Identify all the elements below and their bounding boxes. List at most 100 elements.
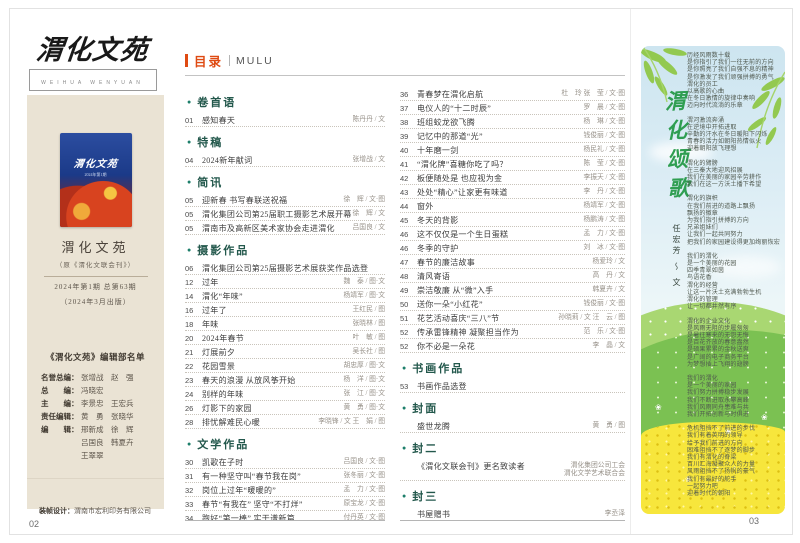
staff-row: 总 编：冯晓宏 <box>41 384 164 397</box>
entry-page-number: 39 <box>400 132 417 141</box>
toc-entry: 52 传承雷锋精神 凝聚担当作为 范 乐 / 文·图 <box>400 325 625 339</box>
toc-entry: 41 “渭化牌”喜糖你吃了吗？ 陈 莹 / 文·图 <box>400 157 625 171</box>
toc-entry: 46 这不仅仅是一个生日蛋糕 孟 力 / 文·图 <box>400 227 625 241</box>
entry-author: 徐 辉 / 文 <box>353 210 385 219</box>
poem-line: 让一切都井然有序 <box>687 304 781 311</box>
poem-line: 在逆境中开拓进取 <box>687 125 781 132</box>
masthead: 渭化文苑 WEIHUA WENYUAN <box>10 35 175 91</box>
entry-author: 徐 辉 / 文·图 <box>343 196 385 205</box>
section-header: ● 摄影作品 <box>187 242 385 258</box>
poem-line: 我们努力拼搏稳步发展 <box>687 390 781 397</box>
toc-entry: 51 花艺活动喜庆“三八”节 孙晓莉 / 文 汪 云 / 图 <box>400 311 625 325</box>
staff-role: 责任编辑： <box>41 410 81 423</box>
entry-page-number: 05 <box>185 210 202 219</box>
separator-icon <box>229 55 230 66</box>
poem-line: 我们风雨同舟患难与共 <box>687 405 781 412</box>
poem-line: 让我们一起共同努力 <box>687 232 781 239</box>
section-bullet-icon: ● <box>187 137 191 147</box>
entry-title: 别样的年味 <box>202 390 343 399</box>
poem-line: 我们不断进取永攀高峰 <box>687 398 781 405</box>
toc-entry: 30 凯歌在子时 吕国良 / 文·图 <box>185 455 385 469</box>
toc-entry: 31 有一种坚守叫“春节我在岗” 张冬丽 / 文·图 <box>185 469 385 483</box>
entry-author: 张冬丽 / 文·图 <box>343 472 385 481</box>
poem-line: 是你激发了我们顽强拼搏的勇气 <box>687 75 781 82</box>
entry-author: 杨爱玲 / 文 <box>593 258 625 267</box>
entry-title: 排忧解难民心暖 <box>202 418 318 427</box>
right-page: ❀ ❀ ❀ ❀ <box>630 9 793 534</box>
toc-entry: 16 过年了 王红民 / 图 <box>185 303 385 317</box>
toc-section: ● 文学作品 30 凯歌在子时 吕国良 / 文·图 31 <box>185 436 385 521</box>
entry-page-number: 53 <box>400 382 417 391</box>
poem-line: 把我们的家园建设得更加绚丽恢宏 <box>687 240 781 247</box>
entry-author: 吴长社 / 图 <box>353 348 385 357</box>
poem-line: 让这一片沃土充满勃勃生机 <box>687 290 781 297</box>
entry-title: 有一种坚守叫“春节我在岗” <box>202 472 343 481</box>
toc-entry: 05 渭化集团公司第25届职工摄影艺术展开幕 徐 辉 / 文 <box>185 207 385 221</box>
poem-stanza: 渭河激流奔涌在逆境中开拓进取辛勤的汗水在冬日暖阳下闪烁青春的活力如朝阳热情似火迎… <box>687 118 781 154</box>
toc-section: ● 36 青春梦在渭化启航 杜 玲 张 莹 / 文·图 37 <box>400 87 625 353</box>
section-title: 卷首语 <box>197 94 236 110</box>
entry-page-number: 14 <box>185 292 202 301</box>
entry-page-number: 32 <box>185 486 202 495</box>
entry-title: “渭化牌”喜糖你吃了吗？ <box>417 160 583 169</box>
section-header: ● 封二 <box>402 440 625 456</box>
poem-line: 在我们前进的道路上飘扬 <box>687 204 781 211</box>
section-title: 书画作品 <box>412 360 464 376</box>
staff-names: 张增战 赵 强 <box>81 373 134 382</box>
page-number-right: 03 <box>749 516 759 526</box>
entry-page-number: 40 <box>400 146 417 155</box>
entry-page-number: 50 <box>400 300 417 309</box>
entry-author: 付丹英 / 文·图 <box>343 514 385 522</box>
toc-entry: 06 渭化集团公司第25届摄影艺术展获奖作品选登 <box>185 261 385 275</box>
toc-entry: 46 冬季的守护 刘 冰 / 文·图 <box>400 241 625 255</box>
section-bullet-icon: ● <box>402 363 406 373</box>
toc-section: ● 简讯 05 迎新春 书写春联送祝福 徐 辉 / 文·图 05 <box>185 174 385 235</box>
poem-line: 是风雨无阻的步履匆匆 <box>687 326 781 333</box>
entry-title: 岗位上过年“暖暖的” <box>202 486 343 495</box>
poem-line: 渭化的经营 <box>687 283 781 290</box>
entry-title: 盛世龙腾 <box>417 422 593 431</box>
section-bullet-icon: ● <box>187 177 191 187</box>
entry-author: 黄 勇 / 图 <box>593 422 625 431</box>
entry-page-number: 22 <box>185 362 202 371</box>
entry-title: 书画作品选登 <box>417 382 625 391</box>
section-entries: 《渭化文联会刊》更名致读者 渭化集团公司工会 渭化文学艺术联合会 <box>400 459 625 481</box>
toc-entry: 《渭化文联会刊》更名致读者 渭化集团公司工会 渭化文学艺术联合会 <box>400 459 625 481</box>
entry-page-number: 20 <box>185 334 202 343</box>
entry-page-number: 12 <box>185 278 202 287</box>
poem-line: 困难阻挡不了逐梦的脚步 <box>687 448 781 455</box>
poem-line: 我们的渭化 <box>687 254 781 261</box>
poem-line: 是硕果累累的金秋送爽 <box>687 347 781 354</box>
section-header: ● 书画作品 <box>402 360 625 376</box>
entry-author: 钱俊丽 / 文·图 <box>583 300 625 309</box>
poem-line: 我们在这一方沃土播下希望 <box>687 182 781 189</box>
toc-entry: 40 十年磨一剑 杨民礼 / 文·图 <box>400 143 625 157</box>
entry-author: 吕国良 / 文·图 <box>343 458 385 467</box>
flower-icon: ❀ <box>655 403 662 412</box>
section-entries: 盛世龙腾 黄 勇 / 图 <box>400 419 625 433</box>
entry-title: 过年了 <box>202 306 353 315</box>
entry-author: 杨靖军 / 文·图 <box>583 202 625 211</box>
entry-title: 冬天的背影 <box>417 216 583 225</box>
poem-stanza: 我们的渭化是一个美丽的花园四季青翠如茵鸟语花香渭化的经营让这一片沃土充满勃勃生机… <box>687 254 781 312</box>
entry-author: 孟 力 / 文·图 <box>583 230 625 239</box>
poem-line: 是你照亮了我们自强不息的精神 <box>687 67 781 74</box>
entry-page-number: 34 <box>185 514 202 522</box>
entry-title: 年味 <box>202 320 353 329</box>
poem-line: 迎着时代的朝阳 <box>687 491 781 498</box>
section-title: 摄影作品 <box>197 242 249 258</box>
entry-title: 春节“有我在” 坚守“不打烊” <box>202 500 343 509</box>
staff-row: 王翠翠 <box>41 449 164 462</box>
toc-section: ● 封二 《渭化文联会刊》更名致读者 渭化集团公司工会 渭化文学艺术联合会 <box>400 440 625 481</box>
page-number-left: 02 <box>29 519 39 529</box>
magazine-title: 渭化文苑 <box>27 237 164 256</box>
entry-author: 陈丹丹 / 文 <box>353 116 385 125</box>
page-spread: 渭化文苑 WEIHUA WENYUAN 渭化文苑 2024年第1期 渭化文苑 （… <box>9 8 793 535</box>
toc-entry: 21 灯展前夕 吴长社 / 图 <box>185 345 385 359</box>
left-sidebar: 渭化文苑 WEIHUA WENYUAN 渭化文苑 2024年第1期 渭化文苑 （… <box>10 9 175 534</box>
entry-title: 春天的浪漫 从放风筝开始 <box>202 376 343 385</box>
entry-title: 你不必是一朵花 <box>417 342 593 351</box>
toc-entry: 28 排忧解难民心暖 李晓锋 / 文 王 娟 / 图 <box>185 415 385 429</box>
poem-body: 历经风雨数十载是你指引了我们一往无前的方向是你照亮了我们自强不息的精神是你激发了… <box>687 53 781 505</box>
poem-stanza: 历经风雨数十载是你指引了我们一往无前的方向是你照亮了我们自强不息的精神是你激发了… <box>687 53 781 111</box>
